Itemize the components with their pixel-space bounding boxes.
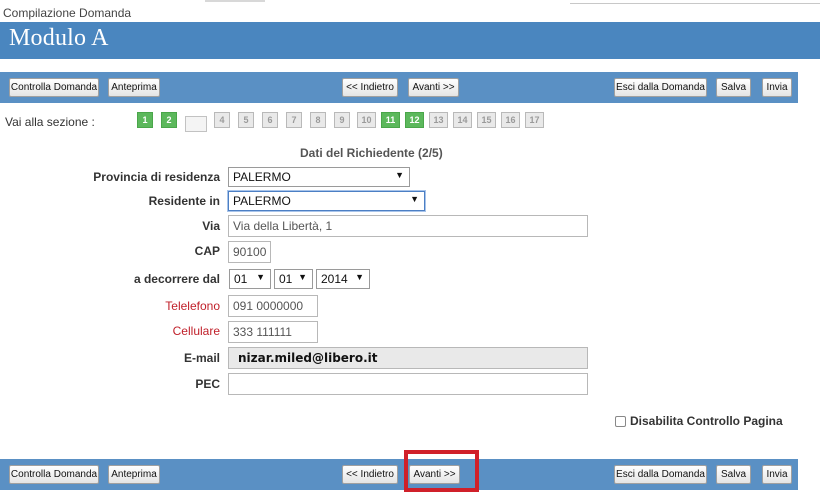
section-8[interactable]: 8 [310, 112, 326, 128]
highlight-annotation [404, 450, 479, 492]
section-11[interactable]: 11 [381, 112, 400, 128]
page-header: Modulo A [0, 22, 820, 59]
controlla-domanda-button[interactable]: Controlla Domanda [9, 78, 99, 97]
section-nav: Vai alla sezione : 1 2 4 5 6 7 8 9 10 11… [0, 110, 820, 134]
cap-label: CAP [194, 244, 220, 258]
month-value: 01 [279, 272, 293, 286]
section-4[interactable]: 4 [214, 112, 230, 128]
provincia-value: PALERMO [233, 170, 291, 184]
anteprima-button[interactable]: Anteprima [108, 465, 160, 484]
telefono-input[interactable]: 091 0000000 [228, 295, 318, 317]
pec-input[interactable] [228, 373, 588, 395]
via-input[interactable]: Via della Libertà, 1 [228, 215, 588, 237]
telefono-label: Telelefono [165, 299, 220, 313]
top-divider [205, 0, 265, 2]
page-title: Modulo A [9, 25, 109, 51]
avanti-button[interactable]: Avanti >> [408, 78, 459, 97]
form-title: Dati del Richiedente (2/5) [300, 146, 443, 160]
chevron-down-icon: ▼ [298, 272, 307, 282]
section-5[interactable]: 5 [238, 112, 254, 128]
email-label: E-mail [183, 351, 220, 365]
section-14[interactable]: 14 [453, 112, 472, 128]
invia-button[interactable]: Invia [762, 78, 792, 97]
pec-label: PEC [195, 377, 220, 391]
cellulare-label: Cellulare [172, 324, 220, 338]
residente-value: PALERMO [233, 194, 291, 208]
cellulare-input[interactable]: 333 111111 [228, 321, 318, 343]
section-9[interactable]: 9 [334, 112, 350, 128]
decorrenza-label: a decorrere dal [133, 272, 220, 286]
esci-button[interactable]: Esci dalla Domanda [614, 465, 707, 484]
provincia-select[interactable]: PALERMO ▼ [228, 167, 410, 187]
toolbar-top: Controlla Domanda Anteprima << Indietro … [0, 72, 798, 103]
top-strip: Compilazione Domanda [0, 0, 820, 22]
disable-check-checkbox[interactable] [615, 415, 626, 427]
section-7[interactable]: 7 [286, 112, 302, 128]
anteprima-button[interactable]: Anteprima [108, 78, 160, 97]
section-15[interactable]: 15 [477, 112, 496, 128]
residente-label: Residente in [148, 194, 220, 208]
month-select[interactable]: 01 ▼ [274, 269, 313, 289]
disable-check-label: Disabilita Controllo Pagina [630, 414, 783, 428]
chevron-down-icon: ▼ [256, 272, 265, 282]
section-1[interactable]: 1 [137, 112, 153, 128]
chevron-down-icon: ▼ [410, 194, 419, 204]
day-value: 01 [234, 272, 248, 286]
indietro-button[interactable]: << Indietro [342, 465, 398, 484]
indietro-button[interactable]: << Indietro [342, 78, 398, 97]
via-label: Via [202, 219, 220, 233]
chevron-down-icon: ▼ [355, 272, 364, 282]
provincia-label: Provincia di residenza [93, 170, 220, 184]
section-nav-label: Vai alla sezione : [5, 115, 95, 129]
section-12[interactable]: 12 [405, 112, 424, 128]
section-3-current[interactable] [185, 116, 207, 132]
salva-button[interactable]: Salva [716, 78, 751, 97]
residente-select[interactable]: PALERMO ▼ [228, 191, 425, 211]
salva-button[interactable]: Salva [716, 465, 751, 484]
top-edge-line [570, 3, 820, 4]
invia-button[interactable]: Invia [762, 465, 792, 484]
day-select[interactable]: 01 ▼ [229, 269, 271, 289]
controlla-domanda-button[interactable]: Controlla Domanda [9, 465, 99, 484]
year-select[interactable]: 2014 ▼ [316, 269, 370, 289]
section-13[interactable]: 13 [429, 112, 448, 128]
app-title: Compilazione Domanda [3, 6, 132, 20]
section-2[interactable]: 2 [161, 112, 177, 128]
email-input[interactable]: nizar.miled@libero.it [228, 347, 588, 369]
disable-check-row: Disabilita Controllo Pagina [615, 414, 783, 428]
cap-input[interactable]: 90100 [228, 241, 271, 263]
section-16[interactable]: 16 [501, 112, 520, 128]
section-6[interactable]: 6 [262, 112, 278, 128]
section-10[interactable]: 10 [357, 112, 376, 128]
section-17[interactable]: 17 [525, 112, 544, 128]
esci-button[interactable]: Esci dalla Domanda [614, 78, 707, 97]
toolbar-bottom: Controlla Domanda Anteprima << Indietro … [0, 459, 798, 490]
year-value: 2014 [321, 272, 348, 286]
chevron-down-icon: ▼ [395, 170, 404, 180]
